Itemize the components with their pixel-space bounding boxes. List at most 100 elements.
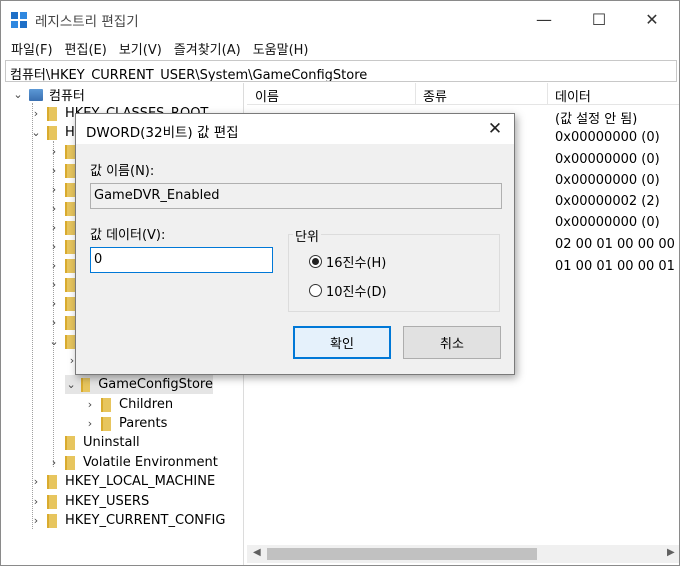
chevron-right-icon[interactable]: › <box>47 278 61 292</box>
folder-icon <box>65 163 75 178</box>
folder-icon <box>47 474 57 489</box>
radio-checked-icon <box>309 255 322 268</box>
tree-item-label: Uninstall <box>83 435 140 450</box>
radio-decimal[interactable]: 10진수(D) <box>309 281 387 300</box>
folder-icon <box>101 397 111 412</box>
folder-icon <box>81 377 91 392</box>
chevron-right-icon[interactable]: › <box>47 456 61 470</box>
tree-item-children[interactable]: › Children <box>83 395 173 414</box>
chevron-down-icon[interactable]: ⌄ <box>29 126 43 140</box>
list-item-data[interactable]: 0x00000002 (2) <box>555 194 660 209</box>
list-item-data[interactable]: (값 설정 안 됨) <box>555 108 637 127</box>
tree-item-label: Children <box>119 397 174 412</box>
folder-icon <box>65 315 75 330</box>
menu-file[interactable]: 파일(F) <box>5 39 59 58</box>
chevron-right-icon[interactable]: › <box>47 202 61 216</box>
tree-item-hkey-local-machine[interactable]: › HKEY_LOCAL_MACHINE <box>29 472 215 491</box>
minimize-button[interactable]: — <box>521 1 567 37</box>
folder-icon <box>65 296 75 311</box>
tree-item-hkey-users[interactable]: › HKEY_USERS <box>29 492 149 511</box>
column-separator[interactable] <box>415 83 416 105</box>
radio-label: 10진수(D) <box>326 285 387 300</box>
radio-hexadecimal[interactable]: 16진수(H) <box>309 252 386 271</box>
chevron-right-icon[interactable]: › <box>47 240 61 254</box>
list-header: 이름 종류 데이터 <box>247 83 679 105</box>
chevron-right-icon[interactable]: › <box>47 316 61 330</box>
window-title: 레지스트리 편집기 <box>35 14 139 30</box>
chevron-right-icon[interactable]: › <box>29 107 43 121</box>
folder-icon <box>47 125 57 140</box>
tree-item-label: H <box>65 125 75 140</box>
chevron-right-icon[interactable]: › <box>47 221 61 235</box>
folder-icon <box>65 201 75 216</box>
tree-item-gameconfigstore[interactable]: ⌄ GameConfigStore <box>65 375 213 394</box>
scroll-left-icon[interactable]: ◀ <box>253 547 261 558</box>
menu-favorites[interactable]: 즐겨찾기(A) <box>168 39 247 58</box>
list-item-data[interactable]: 0x00000000 (0) <box>555 152 660 167</box>
scroll-right-icon[interactable]: ▶ <box>667 547 675 558</box>
list-item-data[interactable]: 02 00 01 00 00 00 c4 <box>555 237 679 252</box>
cancel-button[interactable]: 취소 <box>403 326 501 359</box>
folder-icon <box>65 258 75 273</box>
ok-button[interactable]: 확인 <box>293 326 391 359</box>
chevron-right-icon[interactable]: › <box>29 514 43 528</box>
folder-icon <box>101 416 111 431</box>
tree-item-label: Parents <box>119 416 168 431</box>
chevron-right-icon[interactable]: › <box>47 259 61 273</box>
column-header-type[interactable]: 종류 <box>423 86 447 105</box>
close-icon: ✕ <box>645 9 659 29</box>
menu-bar: 파일(F) 편집(E) 보기(V) 즐겨찾기(A) 도움말(H) <box>1 37 679 59</box>
close-button[interactable]: ✕ <box>629 1 675 37</box>
value-name-field[interactable]: GameDVR_Enabled <box>90 183 502 209</box>
list-item-data[interactable]: 0x00000000 (0) <box>555 173 660 188</box>
chevron-right-icon[interactable]: › <box>29 495 43 509</box>
registry-editor-icon <box>11 12 27 28</box>
dialog-title: DWORD(32비트) 값 편집 <box>86 125 239 141</box>
dialog-title-bar[interactable]: DWORD(32비트) 값 편집 ✕ <box>76 114 514 144</box>
tree-item-uninstall[interactable]: Uninstall <box>47 433 140 452</box>
list-item-data[interactable]: 01 00 01 00 00 01 00 67 <box>555 259 679 274</box>
list-item-data[interactable]: 0x00000000 (0) <box>555 130 660 145</box>
column-separator[interactable] <box>547 83 548 105</box>
chevron-right-icon[interactable]: › <box>29 475 43 489</box>
tree-item-hkey-current-config[interactable]: › HKEY_CURRENT_CONFIG <box>29 511 226 530</box>
computer-icon <box>29 88 43 101</box>
tree-item-label: HKEY_CURRENT_CONFIG <box>65 513 226 528</box>
tree-item-volatile-environment[interactable]: › Volatile Environment <box>47 453 218 472</box>
column-header-name[interactable]: 이름 <box>255 86 279 105</box>
chevron-right-icon[interactable]: › <box>47 145 61 159</box>
scrollbar-thumb[interactable] <box>267 548 537 560</box>
chevron-right-icon[interactable]: › <box>47 297 61 311</box>
list-item-data[interactable]: 0x00000000 (0) <box>555 215 660 230</box>
folder-icon <box>65 334 75 349</box>
folder-icon <box>65 239 75 254</box>
column-header-data[interactable]: 데이터 <box>555 86 591 105</box>
menu-help[interactable]: 도움말(H) <box>247 39 315 58</box>
tree-item-parents[interactable]: › Parents <box>83 414 168 433</box>
tree-item-label: GameConfigStore <box>98 377 213 392</box>
chevron-down-icon[interactable]: ⌄ <box>65 378 77 392</box>
dialog-close-button[interactable]: ✕ <box>480 116 510 142</box>
chevron-right-icon[interactable]: › <box>83 417 97 431</box>
tree-item-computer[interactable]: ⌄ 컴퓨터 <box>11 85 85 104</box>
menu-view[interactable]: 보기(V) <box>113 39 168 58</box>
chevron-right-icon[interactable]: › <box>47 164 61 178</box>
chevron-right-icon[interactable]: › <box>47 183 61 197</box>
menu-edit[interactable]: 편집(E) <box>59 39 113 58</box>
title-bar[interactable]: 레지스트리 편집기 — ☐ ✕ <box>1 1 679 37</box>
folder-icon <box>65 144 75 159</box>
chevron-down-icon[interactable]: ⌄ <box>11 88 25 102</box>
folder-icon <box>47 494 57 509</box>
value-data-field[interactable]: 0 <box>90 247 273 273</box>
chevron-down-icon[interactable]: ⌄ <box>47 335 61 349</box>
edit-dword-dialog: DWORD(32비트) 값 편집 ✕ 값 이름(N): GameDVR_Enab… <box>75 113 515 375</box>
tree-item-hkey-current-user[interactable]: ⌄ H <box>29 123 75 142</box>
address-bar[interactable]: 컴퓨터\HKEY_CURRENT_USER\System\GameConfigS… <box>5 60 677 82</box>
horizontal-scrollbar[interactable]: ◀ ▶ <box>247 545 679 563</box>
base-label: 단위 <box>293 226 321 245</box>
tree-item-label: HKEY_LOCAL_MACHINE <box>65 474 216 489</box>
tree-item-label: HKEY_USERS <box>65 494 150 509</box>
folder-icon <box>47 513 57 528</box>
maximize-button[interactable]: ☐ <box>576 1 622 37</box>
chevron-right-icon[interactable]: › <box>83 398 97 412</box>
